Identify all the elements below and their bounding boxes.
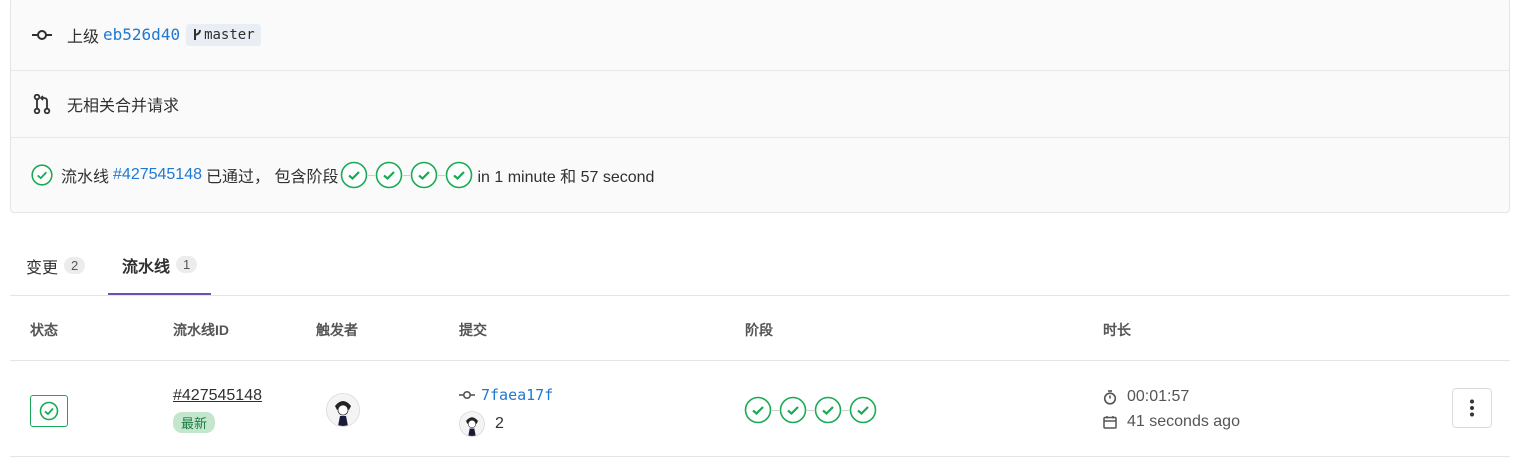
pipeline-id-link[interactable]: #427545148 [173, 387, 262, 405]
timer-icon [1103, 389, 1117, 405]
stage-success-icon[interactable] [410, 161, 438, 189]
tab-label: 变更 [26, 259, 59, 277]
stage-success-icon[interactable] [779, 396, 807, 424]
column-header-stages: 阶段 [745, 322, 773, 338]
commit-icon [31, 29, 53, 41]
column-header-triggerer: 触发者 [316, 322, 358, 338]
duration: 00:01:57 [1103, 388, 1189, 406]
finished-value: 41 seconds ago [1127, 413, 1240, 430]
stage-connector [438, 174, 446, 176]
stage-success-icon[interactable] [445, 161, 473, 189]
tab-changes[interactable]: 变更 2 [12, 236, 99, 295]
commit-icon [459, 390, 475, 400]
duration-value: 00:01:57 [1127, 388, 1190, 405]
stage-success-icon[interactable] [744, 396, 772, 424]
more-actions-button[interactable] [1452, 388, 1492, 428]
parent-commit-row: 上级 eb526d40 master [11, 0, 1509, 71]
stage-connector [772, 409, 779, 411]
table-row: #427545148 最新 7faea17f 2 00:01:57 41 sec… [10, 361, 1510, 457]
parent-commit-link[interactable]: eb526d40 [103, 25, 180, 44]
pipeline-prefix: 流水线 [61, 169, 110, 186]
stage-connector [807, 409, 814, 411]
parent-label: 上级 [67, 28, 100, 46]
commit-info: 7faea17f [459, 386, 553, 404]
pipeline-duration-text: in 1 minute 和 57 second [477, 169, 655, 186]
merge-request-row: 无相关合并请求 [11, 71, 1509, 138]
column-header-status: 状态 [30, 322, 58, 338]
stage-success-icon[interactable] [849, 396, 877, 424]
pipeline-status-text: 已通过， 包含阶段 [206, 169, 339, 186]
commit-author: 2 [459, 411, 504, 437]
pipeline-stages [744, 396, 877, 424]
column-header-duration: 时长 [1103, 322, 1131, 338]
pipeline-stages [340, 161, 473, 189]
merge-request-icon [31, 94, 53, 114]
stage-success-icon[interactable] [814, 396, 842, 424]
pipeline-link[interactable]: #427545148 [113, 166, 202, 184]
stage-connector [368, 174, 376, 176]
tab-count-badge: 2 [64, 257, 86, 274]
finished-time: 41 seconds ago [1103, 413, 1240, 431]
stage-success-icon[interactable] [340, 161, 368, 189]
no-merge-request-text: 无相关合并请求 [67, 98, 180, 115]
stage-connector [842, 409, 849, 411]
tab-label: 流水线 [122, 258, 171, 276]
tab-bar: 变更 2 流水线 1 [10, 236, 1510, 296]
column-header-pipeline-id: 流水线ID [173, 322, 229, 338]
branch-name: master [204, 26, 255, 43]
branch-icon [192, 28, 202, 41]
stage-success-icon[interactable] [375, 161, 403, 189]
pipeline-info-panel: 上级 eb526d40 master 无相关合并请求 流水线 #42754514… [10, 0, 1510, 213]
avatar[interactable] [459, 411, 485, 437]
avatar[interactable] [326, 393, 360, 427]
stage-connector [403, 174, 411, 176]
kebab-icon [1470, 399, 1474, 417]
pipeline-status-row: 流水线 #427545148 已通过， 包含阶段 in 1 minute 和 5… [11, 138, 1509, 212]
status-passed-badge[interactable] [30, 395, 68, 427]
status-success-icon[interactable] [31, 161, 53, 189]
tab-pipelines[interactable]: 流水线 1 [108, 236, 212, 295]
tab-count-badge: 1 [176, 256, 198, 273]
table-header: 状态 流水线ID 触发者 提交 阶段 时长 [10, 296, 1510, 361]
latest-badge: 最新 [173, 412, 216, 433]
calendar-icon [1103, 415, 1117, 429]
commit-hash-link[interactable]: 7faea17f [481, 386, 553, 404]
column-header-commit: 提交 [459, 322, 487, 338]
branch-badge[interactable]: master [186, 23, 261, 46]
commit-count: 2 [495, 415, 504, 432]
status-success-icon [39, 401, 59, 421]
